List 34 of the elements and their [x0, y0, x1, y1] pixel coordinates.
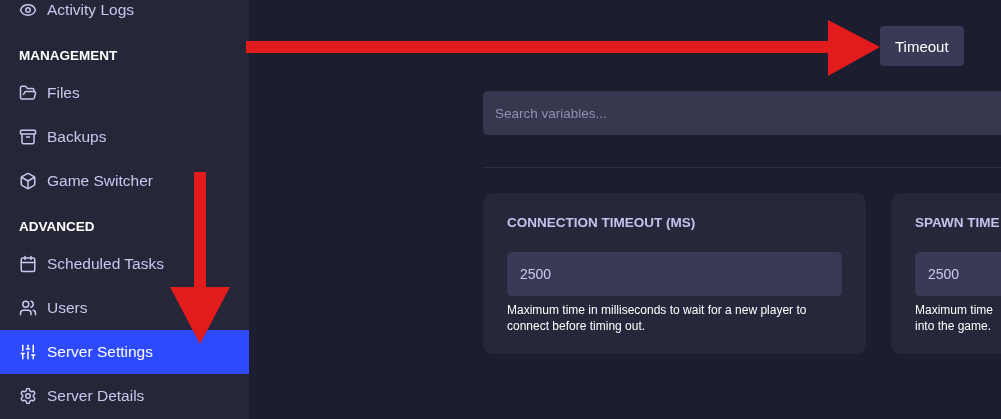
sidebar-item-label: Server Details [47, 387, 145, 405]
sidebar-item-label: Scheduled Tasks [47, 255, 164, 273]
sidebar-item[interactable]: Server Settings [0, 330, 249, 374]
sidebar-item-label: Activity Logs [47, 1, 134, 19]
setting-description: Maximum time into the game. [915, 302, 994, 334]
input-field[interactable]: 2500 [915, 252, 1001, 296]
sidebar-item[interactable]: Game Switcher [0, 159, 249, 203]
sidebar-item[interactable]: Activity Logs [0, 0, 249, 32]
input-field[interactable]: 2500 [507, 252, 842, 296]
sidebar-item-label: Files [47, 84, 80, 102]
settings-icon [19, 387, 37, 405]
sliders-icon [19, 343, 37, 361]
users-icon [19, 299, 37, 317]
folder-icon [19, 84, 37, 102]
tab[interactable]: Timeout [880, 26, 964, 66]
setting-description: Maximum time in milliseconds to wait for a new player to connect before timing out. [507, 302, 808, 334]
archive-icon [19, 128, 37, 146]
sidebar-item-label: Users [47, 299, 88, 317]
cube-icon [19, 172, 37, 190]
eye-icon [19, 1, 37, 19]
sidebar-item[interactable]: Server Details [0, 374, 249, 418]
section-heading: ADVANCED [18, 218, 96, 236]
search-field[interactable]: Search variables... [483, 91, 1001, 135]
sidebar-item-label: Server Settings [47, 343, 153, 361]
sidebar-item[interactable]: Files [0, 71, 249, 115]
sidebar-item[interactable]: Users [0, 286, 249, 330]
setting-title: SPAWN TIME [915, 215, 1001, 230]
sidebar-item-label: Backups [47, 128, 107, 146]
setting-title: CONNECTION TIMEOUT (MS) [507, 215, 697, 230]
calendar-icon [19, 255, 37, 273]
sidebar-item-label: Game Switcher [47, 172, 153, 190]
sidebar-item[interactable]: Scheduled Tasks [0, 242, 249, 286]
section-heading: MANAGEMENT [18, 47, 119, 65]
sidebar-item[interactable]: Backups [0, 115, 249, 159]
